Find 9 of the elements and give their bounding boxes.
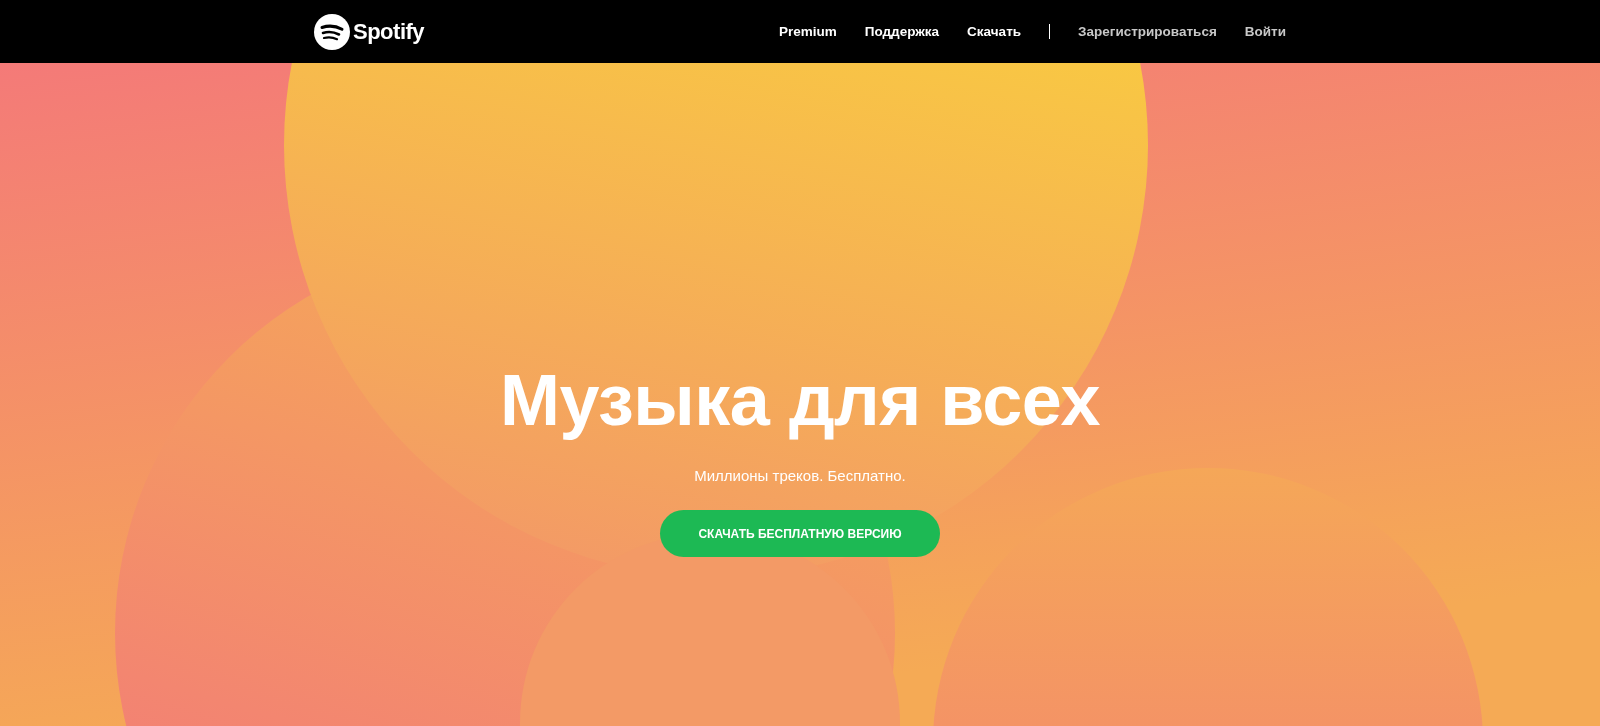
logo-icon bbox=[314, 13, 350, 50]
nav-link[interactable]: Premium bbox=[779, 24, 837, 39]
nav-link[interactable]: Зарегистрироваться bbox=[1078, 24, 1217, 39]
nav-link[interactable]: Скачать bbox=[967, 24, 1022, 39]
hero-subtitle: Миллионы треков. Бесплатно. bbox=[694, 467, 906, 484]
nav-link[interactable]: Войти bbox=[1244, 24, 1286, 39]
hero-title: Музыка для всех bbox=[499, 359, 1100, 442]
nav-link[interactable]: Поддержка bbox=[864, 24, 940, 39]
spotify-logo[interactable]: Spotify bbox=[314, 13, 425, 50]
